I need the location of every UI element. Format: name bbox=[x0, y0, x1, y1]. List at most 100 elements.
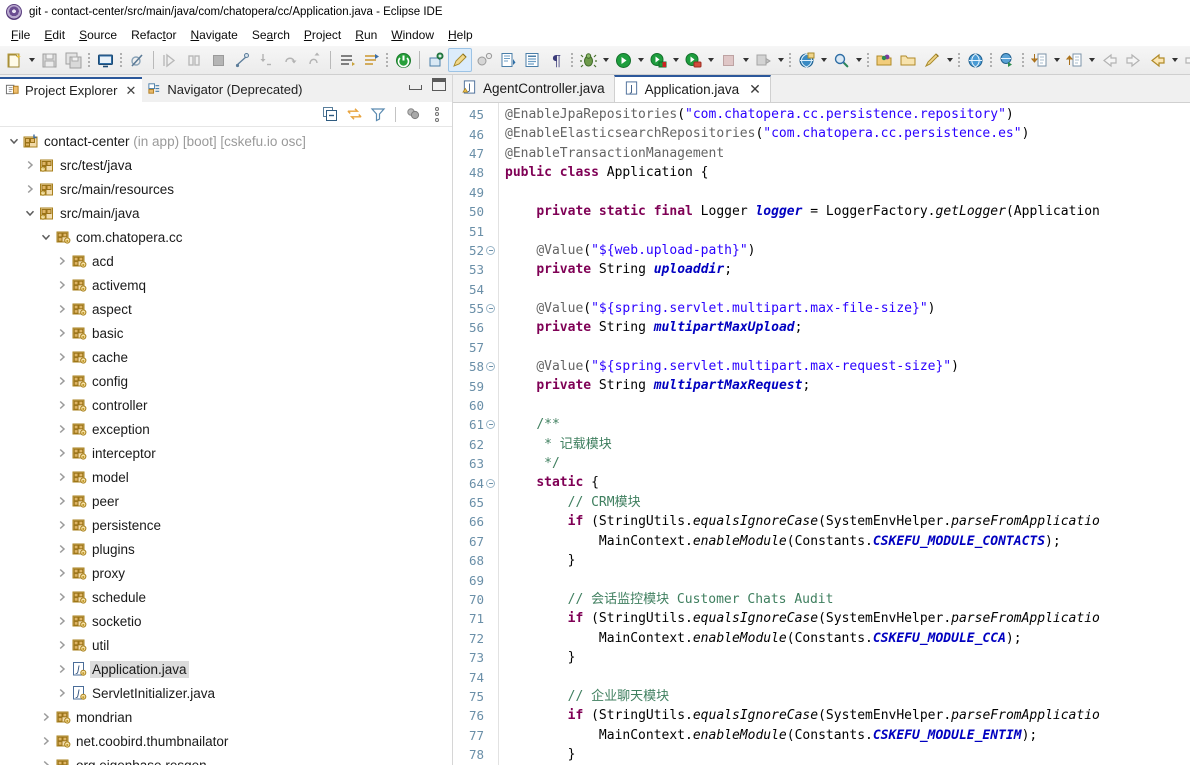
profile-icon[interactable] bbox=[681, 48, 705, 72]
fold-collapse-icon[interactable] bbox=[485, 245, 496, 255]
export-icon[interactable] bbox=[995, 48, 1019, 72]
tree-item-mondrian[interactable]: mondrian bbox=[0, 705, 452, 729]
search-dropdown-icon[interactable] bbox=[853, 48, 864, 72]
chevron-right-icon[interactable] bbox=[54, 256, 70, 266]
chevron-right-icon[interactable] bbox=[54, 448, 70, 458]
collapse-all-icon[interactable] bbox=[320, 104, 340, 124]
new-java-project-icon[interactable] bbox=[424, 48, 448, 72]
tree-item-com-chatopera-cc[interactable]: com.chatopera.cc bbox=[0, 225, 452, 249]
chevron-right-icon[interactable] bbox=[54, 472, 70, 482]
chevron-right-icon[interactable] bbox=[22, 184, 38, 194]
tab-project-explorer[interactable]: Project Explorer ✕ bbox=[0, 77, 143, 102]
chevron-right-icon[interactable] bbox=[54, 688, 70, 698]
tree-item-schedule[interactable]: schedule bbox=[0, 585, 452, 609]
skip-breakpoints-icon[interactable] bbox=[125, 48, 149, 72]
chevron-right-icon[interactable] bbox=[38, 760, 54, 765]
chevron-right-icon[interactable] bbox=[54, 352, 70, 362]
tree-item-proxy[interactable]: proxy bbox=[0, 561, 452, 585]
open-type-icon[interactable] bbox=[520, 48, 544, 72]
save-icon[interactable] bbox=[37, 48, 61, 72]
coverage-icon[interactable] bbox=[646, 48, 670, 72]
menu-item-run[interactable]: Run bbox=[348, 27, 384, 43]
import-icon[interactable] bbox=[1027, 48, 1051, 72]
tree-item-basic[interactable]: basic bbox=[0, 321, 452, 345]
tree-item-servletinitializer-java[interactable]: J ServletInitializer.java bbox=[0, 681, 452, 705]
previous-edit-icon[interactable] bbox=[1145, 48, 1169, 72]
chevron-right-icon[interactable] bbox=[38, 712, 54, 722]
tree-item-src-main-resources[interactable]: ! src/main/resources bbox=[0, 177, 452, 201]
close-icon[interactable]: ✕ bbox=[749, 81, 761, 98]
tab-navigator[interactable]: Navigator (Deprecated) bbox=[142, 77, 308, 102]
chevron-right-icon[interactable] bbox=[54, 544, 70, 554]
search-icon[interactable] bbox=[829, 48, 853, 72]
suspend-icon[interactable] bbox=[182, 48, 206, 72]
menu-item-file[interactable]: File bbox=[4, 27, 37, 43]
save-all-icon[interactable] bbox=[61, 48, 85, 72]
tree-item-contact-center[interactable]: contact-center (in app) [boot] [cskefu.i… bbox=[0, 129, 452, 153]
menu-item-window[interactable]: Window bbox=[384, 27, 441, 43]
stop-server-icon[interactable] bbox=[716, 48, 740, 72]
chevron-right-icon[interactable] bbox=[38, 736, 54, 746]
toggle-markoccurrences-icon[interactable] bbox=[448, 48, 472, 72]
tree-item-exception[interactable]: exception bbox=[0, 417, 452, 441]
next-annotation-icon[interactable] bbox=[335, 48, 359, 72]
tree-item-org-eigenbase-resgen[interactable]: org.eigenbase.resgen bbox=[0, 753, 452, 765]
chevron-right-icon[interactable] bbox=[54, 328, 70, 338]
tree-item-controller[interactable]: controller bbox=[0, 393, 452, 417]
tree-item-plugins[interactable]: plugins bbox=[0, 537, 452, 561]
chevron-down-icon[interactable] bbox=[6, 136, 22, 146]
chevron-right-icon[interactable] bbox=[54, 616, 70, 626]
code-content[interactable]: @EnableJpaRepositories("com.chatopera.cc… bbox=[499, 103, 1190, 765]
menu-item-project[interactable]: Project bbox=[297, 27, 348, 43]
previous-edit-dropdown-icon[interactable] bbox=[1169, 48, 1180, 72]
tree-item-persistence[interactable]: persistence bbox=[0, 513, 452, 537]
chevron-right-icon[interactable] bbox=[54, 568, 70, 578]
publish-dropdown-icon[interactable] bbox=[775, 48, 786, 72]
terminate-icon[interactable] bbox=[206, 48, 230, 72]
new-wizard-icon[interactable] bbox=[2, 48, 26, 72]
back-history-icon[interactable] bbox=[1097, 48, 1121, 72]
resume-icon[interactable] bbox=[158, 48, 182, 72]
tree-item-interceptor[interactable]: interceptor bbox=[0, 441, 452, 465]
tree-item-net-coobird-thumbnailator[interactable]: net.coobird.thumbnailator bbox=[0, 729, 452, 753]
tree-item-src-test-java[interactable]: ! src/test/java bbox=[0, 153, 452, 177]
web-browser-icon[interactable] bbox=[963, 48, 987, 72]
maximize-view-button[interactable] bbox=[432, 78, 446, 91]
tree-item-config[interactable]: config bbox=[0, 369, 452, 393]
coverage-dropdown-icon[interactable] bbox=[670, 48, 681, 72]
editor-tab-agentcontroller[interactable]: J AgentController.java bbox=[453, 75, 614, 102]
previous-annotation-icon[interactable] bbox=[359, 48, 383, 72]
quick-access-icon[interactable] bbox=[920, 48, 944, 72]
chevron-right-icon[interactable] bbox=[54, 376, 70, 386]
project-tree[interactable]: contact-center (in app) [boot] [cskefu.i… bbox=[0, 127, 452, 765]
debug-dropdown-icon[interactable] bbox=[600, 48, 611, 72]
run-dropdown-icon[interactable] bbox=[635, 48, 646, 72]
tree-item-util[interactable]: util bbox=[0, 633, 452, 657]
close-icon[interactable]: ✕ bbox=[125, 84, 136, 97]
new-java-class-icon[interactable] bbox=[472, 48, 496, 72]
view-menu-icon[interactable] bbox=[427, 104, 447, 124]
tree-item-aspect[interactable]: aspect bbox=[0, 297, 452, 321]
chevron-down-icon[interactable] bbox=[22, 208, 38, 218]
power-icon[interactable] bbox=[391, 48, 415, 72]
menu-item-navigate[interactable]: Navigate bbox=[183, 27, 244, 43]
open-perspective-icon[interactable] bbox=[794, 48, 818, 72]
chevron-right-icon[interactable] bbox=[22, 160, 38, 170]
new-wizard-dropdown-icon[interactable] bbox=[26, 48, 37, 72]
chevron-right-icon[interactable] bbox=[54, 496, 70, 506]
chevron-right-icon[interactable] bbox=[54, 400, 70, 410]
stop-server-dropdown-icon[interactable] bbox=[740, 48, 751, 72]
tree-item-application-java[interactable]: J Application.java bbox=[0, 657, 452, 681]
chevron-right-icon[interactable] bbox=[54, 664, 70, 674]
step-into-icon[interactable] bbox=[254, 48, 278, 72]
chevron-right-icon[interactable] bbox=[54, 520, 70, 530]
run-icon[interactable] bbox=[611, 48, 635, 72]
minimize-view-button[interactable] bbox=[409, 85, 422, 90]
pilcrow-icon[interactable]: ¶ bbox=[544, 48, 568, 72]
menu-item-source[interactable]: Source bbox=[72, 27, 124, 43]
debug-icon[interactable] bbox=[576, 48, 600, 72]
tree-item-acd[interactable]: acd bbox=[0, 249, 452, 273]
editor-tab-application[interactable]: J Application.java ✕ bbox=[613, 75, 771, 102]
chevron-right-icon[interactable] bbox=[54, 424, 70, 434]
fold-collapse-icon[interactable] bbox=[485, 304, 496, 314]
